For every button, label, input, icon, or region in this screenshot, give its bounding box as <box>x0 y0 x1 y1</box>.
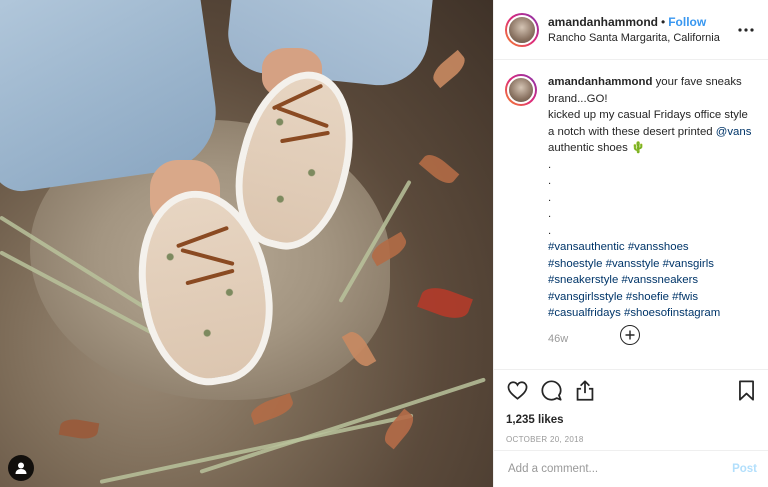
post-date: OCTOBER 20, 2018 <box>506 435 584 444</box>
username-link[interactable]: amandanhammond <box>548 15 658 29</box>
load-more-comments-icon[interactable] <box>620 325 640 345</box>
caption-section: amandanhammond your fave sneaks brand...… <box>494 60 768 368</box>
tagged-user-icon[interactable] <box>8 455 34 481</box>
location-link[interactable]: Rancho Santa Margarita, California <box>548 30 736 46</box>
follow-button[interactable]: Follow <box>668 15 706 29</box>
hashtag-link[interactable]: #vansauthentic <box>548 241 625 253</box>
hashtag-link[interactable]: #fwis <box>672 291 698 303</box>
caption-username[interactable]: amandanhammond <box>548 76 652 88</box>
caption-avatar[interactable] <box>505 74 537 106</box>
hashtag-line: #vansgirlsstyle #shoefie #fwis <box>548 289 753 306</box>
photo-leaf <box>379 408 419 450</box>
hashtag-link[interactable]: #shoestyle <box>548 258 602 270</box>
hashtag-link[interactable]: #vansgirlsstyle <box>548 291 623 303</box>
comment-input[interactable] <box>508 463 733 475</box>
post-header-text: amandanhammond • Follow Rancho Santa Marga… <box>548 14 736 46</box>
hashtag-link[interactable]: #casualfridays <box>548 307 621 319</box>
mention-link[interactable]: @vans <box>716 126 752 138</box>
hashtag-link[interactable]: #shoefie <box>626 291 669 303</box>
photo-jeans <box>224 0 436 91</box>
bookmark-icon[interactable] <box>735 379 757 401</box>
hashtag-link[interactable]: #vansshoes <box>628 241 689 253</box>
photo-leaf <box>58 416 100 442</box>
caption-dot: . <box>548 191 552 204</box>
hashtag-line: #sneakerstyle #vanssneakers <box>548 272 753 289</box>
photo-leaf <box>417 282 473 324</box>
more-options-icon[interactable] <box>736 20 756 40</box>
caption-dot: . <box>548 158 552 171</box>
post-header: amandanhammond • Follow Rancho Santa Marga… <box>494 0 768 60</box>
caption-dot: . <box>548 208 552 220</box>
post-photo[interactable] <box>0 0 493 487</box>
action-icons-row <box>506 377 757 403</box>
hashtag-link[interactable]: #vanssneakers <box>621 274 698 286</box>
comment-bar: Post <box>494 450 768 487</box>
hashtag-line: #casualfridays #shoesofinstagram <box>548 305 753 322</box>
heart-icon[interactable] <box>506 379 528 401</box>
hashtag-link[interactable]: #vansstyle <box>606 258 660 270</box>
post-time-ago[interactable]: 46w <box>548 331 753 348</box>
post-comment-button[interactable]: Post <box>732 463 757 475</box>
caption-line2-end: authentic shoes 🌵 <box>548 142 646 154</box>
caption-dot: . <box>548 175 552 187</box>
hashtag-link[interactable]: #shoesofinstagram <box>624 307 720 319</box>
hashtag-link[interactable]: #vansgirls <box>663 258 714 270</box>
likes-count[interactable]: 1,235 likes <box>506 414 757 426</box>
post-actions: 1,235 likes OCTOBER 20, 2018 <box>494 369 768 444</box>
separator-dot: • <box>661 14 666 29</box>
share-icon[interactable] <box>574 379 596 401</box>
hashtag-link[interactable]: #sneakerstyle <box>548 274 618 286</box>
photo-leaf <box>428 49 470 89</box>
photo-leaf <box>418 149 460 189</box>
comment-icon[interactable] <box>540 379 562 401</box>
avatar[interactable] <box>505 12 539 47</box>
hashtag-line: #vansauthentic #vansshoes <box>548 239 753 256</box>
hashtag-line: #shoestyle #vansstyle #vansgirls <box>548 256 753 273</box>
caption-dot: . <box>548 224 552 237</box>
post-sidebar: amandanhammond • Follow Rancho Santa Marga… <box>493 0 768 487</box>
caption-text: amandanhammond your fave sneaks brand...… <box>548 74 753 368</box>
